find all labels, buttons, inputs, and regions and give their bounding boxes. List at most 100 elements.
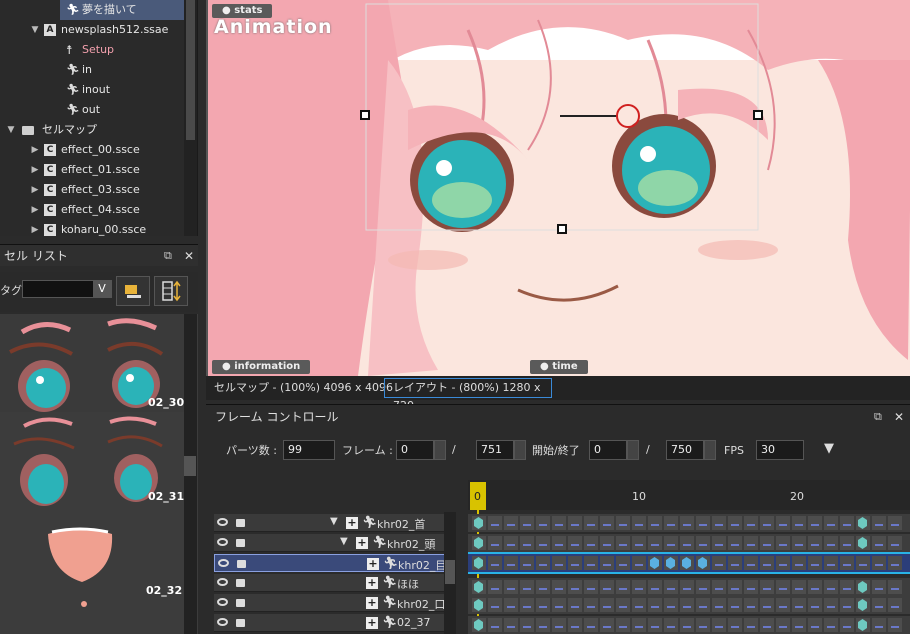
- frame-cell[interactable]: [584, 618, 598, 632]
- frame-cell[interactable]: [824, 618, 838, 632]
- frame-cell[interactable]: [712, 536, 726, 550]
- frame-cell[interactable]: [760, 580, 774, 594]
- frame-cell[interactable]: [792, 598, 806, 612]
- frame-cell[interactable]: [872, 536, 886, 550]
- frame-cell[interactable]: [616, 580, 630, 594]
- tree-item-cellmap[interactable]: ▶ C effect_03.ssce: [28, 180, 184, 200]
- frame-cell[interactable]: [584, 598, 598, 612]
- tree-item-cellmap[interactable]: ▶ C effect_01.ssce: [28, 160, 184, 180]
- layer-scrollbar[interactable]: [444, 512, 456, 634]
- timeline[interactable]: [468, 478, 910, 634]
- frame-cell[interactable]: [488, 516, 502, 530]
- frame-cell[interactable]: [648, 516, 662, 530]
- expand-plus-icon[interactable]: +: [356, 537, 368, 549]
- frame-cell[interactable]: [552, 556, 566, 570]
- frame-cell[interactable]: [536, 618, 550, 632]
- frame-cell[interactable]: [872, 556, 886, 570]
- frame-cell[interactable]: [504, 516, 518, 530]
- frame-cell[interactable]: [520, 516, 534, 530]
- tree-item-out[interactable]: 🏃︎ out: [60, 100, 184, 120]
- frame-cell[interactable]: [760, 598, 774, 612]
- fps-input[interactable]: 30: [756, 440, 804, 460]
- frame-cell[interactable]: [808, 598, 822, 612]
- start-frame-spinner[interactable]: [627, 440, 639, 460]
- fps-dropdown-icon[interactable]: ▼: [824, 442, 834, 456]
- frame-cell[interactable]: [712, 598, 726, 612]
- frame-cell[interactable]: [808, 580, 822, 594]
- layer-row-selected[interactable]: + 🏃︎ khr02_目: [214, 554, 454, 572]
- timeline-row[interactable]: [468, 552, 910, 574]
- layout-status[interactable]: レイアウト - (800%) 1280 x 720: [384, 378, 552, 412]
- expand-arrow-icon[interactable]: ▶: [28, 160, 42, 180]
- frame-cell[interactable]: [520, 598, 534, 612]
- frame-cell[interactable]: [824, 516, 838, 530]
- frame-cell[interactable]: [584, 580, 598, 594]
- frame-cell[interactable]: [536, 556, 550, 570]
- frame-cell[interactable]: [840, 556, 854, 570]
- visibility-eye-icon[interactable]: [217, 538, 228, 546]
- frame-cell[interactable]: [872, 516, 886, 530]
- frame-cell[interactable]: [616, 516, 630, 530]
- cellmap-status[interactable]: セルマップ - (100%) 4096 x 4096: [214, 380, 393, 396]
- frame-cell[interactable]: [632, 536, 646, 550]
- frame-cell[interactable]: [488, 536, 502, 550]
- frame-cell[interactable]: [648, 598, 662, 612]
- dropdown-arrow-icon[interactable]: V: [93, 280, 111, 298]
- tree-item-ssae[interactable]: ▼ A newsplash512.ssae: [28, 20, 184, 40]
- tree-scrollbar-thumb[interactable]: [186, 0, 195, 140]
- frame-cell[interactable]: [600, 536, 614, 550]
- frame-cell[interactable]: [808, 618, 822, 632]
- lock-icon[interactable]: [236, 619, 245, 627]
- frame-cell[interactable]: [776, 536, 790, 550]
- frame-cell[interactable]: [696, 598, 710, 612]
- resize-handle[interactable]: [360, 110, 370, 120]
- frame-cell[interactable]: [728, 516, 742, 530]
- end-frame-spinner[interactable]: [704, 440, 716, 460]
- frame-cell[interactable]: [648, 580, 662, 594]
- frame-total-input[interactable]: 751: [476, 440, 514, 460]
- frame-cell[interactable]: [488, 556, 502, 570]
- expand-arrow-icon[interactable]: ▶: [28, 220, 42, 236]
- frame-cell[interactable]: [888, 556, 902, 570]
- frame-cell[interactable]: [840, 516, 854, 530]
- frame-cell[interactable]: [568, 580, 582, 594]
- end-frame-input[interactable]: 750: [666, 440, 704, 460]
- close-icon[interactable]: ✕: [894, 405, 904, 429]
- frame-cell[interactable]: [808, 516, 822, 530]
- frame-cell[interactable]: [664, 516, 678, 530]
- undock-icon[interactable]: ⧉: [164, 245, 172, 267]
- frame-cell[interactable]: [520, 536, 534, 550]
- tree-item-cellmap[interactable]: ▶ C koharu_00.ssce: [28, 220, 184, 236]
- tree-item-setup[interactable]: ☨ Setup: [60, 40, 184, 60]
- information-tab[interactable]: ● information: [212, 360, 311, 374]
- frame-cell[interactable]: [536, 516, 550, 530]
- sort-order-button[interactable]: [154, 276, 188, 306]
- tree-item-inout[interactable]: 🏃︎ inout: [60, 80, 184, 100]
- resize-handle[interactable]: [557, 224, 567, 234]
- frame-cell[interactable]: [616, 556, 630, 570]
- expand-plus-icon[interactable]: +: [367, 558, 379, 570]
- frame-cell[interactable]: [792, 536, 806, 550]
- expand-arrow-icon[interactable]: ▼: [4, 120, 18, 140]
- frame-cell[interactable]: [616, 536, 630, 550]
- scrollbar-thumb[interactable]: [184, 456, 196, 476]
- frame-cell[interactable]: [776, 516, 790, 530]
- frame-cell[interactable]: [552, 598, 566, 612]
- expand-arrow-icon[interactable]: ▶: [28, 140, 42, 160]
- expand-plus-icon[interactable]: +: [366, 577, 378, 589]
- frame-cell[interactable]: [632, 516, 646, 530]
- frame-cell[interactable]: [760, 536, 774, 550]
- frame-total-spinner[interactable]: [514, 440, 526, 460]
- lock-icon[interactable]: [236, 579, 245, 587]
- frame-cell[interactable]: [888, 580, 902, 594]
- frame-cell[interactable]: [744, 598, 758, 612]
- frame-cell[interactable]: [504, 618, 518, 632]
- collapse-arrow-icon[interactable]: ▼: [330, 516, 338, 527]
- frame-cell[interactable]: [536, 536, 550, 550]
- lock-icon[interactable]: [237, 560, 246, 568]
- frame-cell[interactable]: [600, 580, 614, 594]
- frame-cell[interactable]: [840, 580, 854, 594]
- expand-plus-icon[interactable]: +: [366, 617, 378, 629]
- visibility-eye-icon[interactable]: [218, 559, 229, 567]
- tree-item-cellmap[interactable]: ▶ C effect_04.ssce: [28, 200, 184, 220]
